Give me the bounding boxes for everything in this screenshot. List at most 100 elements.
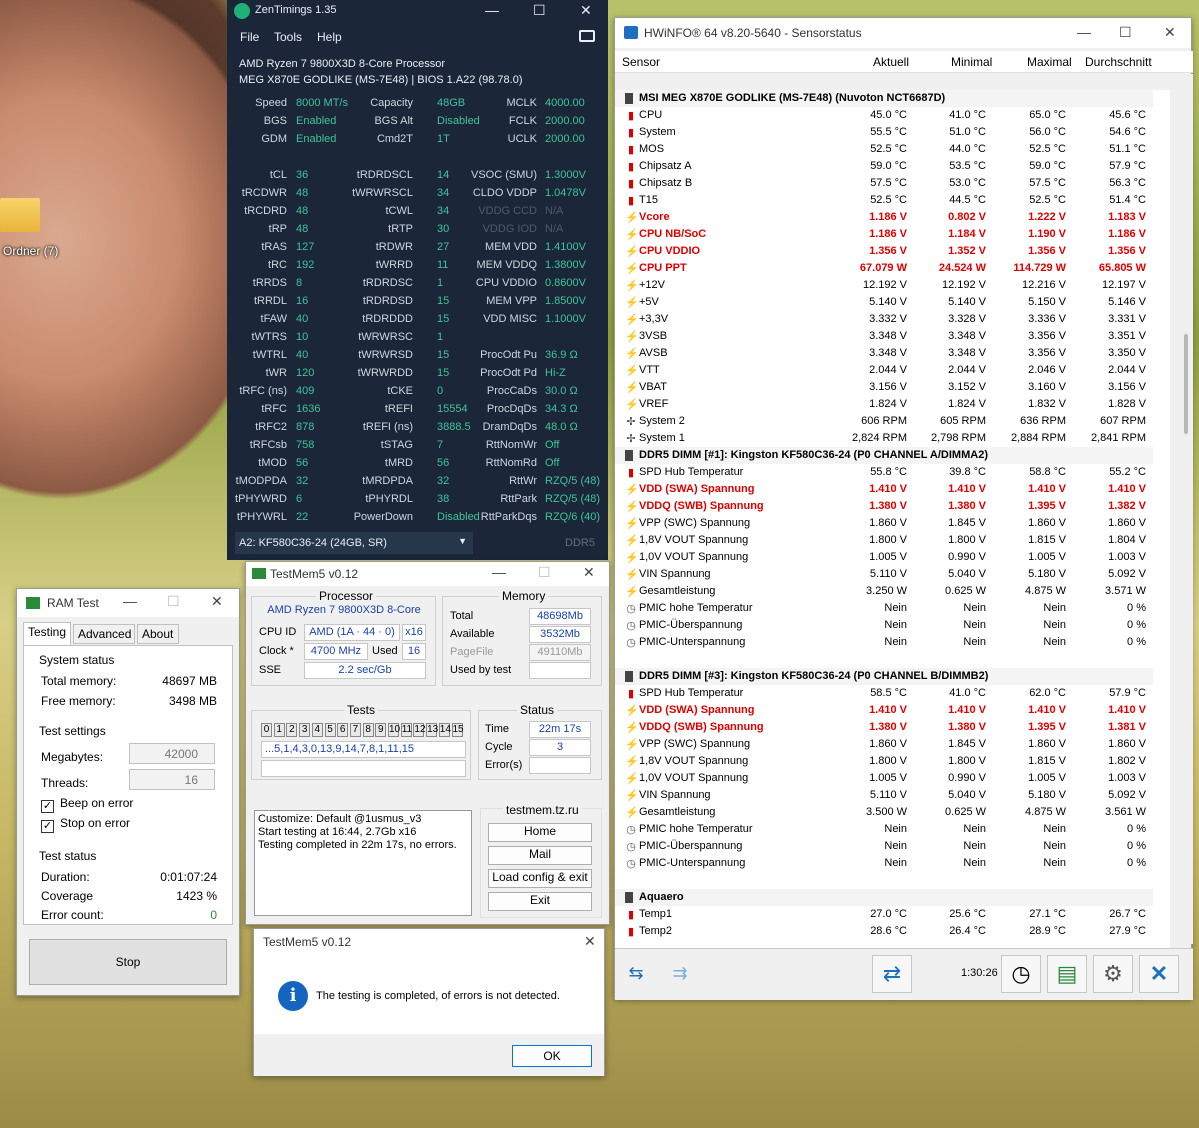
sensor-group-row[interactable]: Aquaero (615, 889, 1153, 906)
clock-icon[interactable]: ◷ (1001, 955, 1041, 993)
log-textarea[interactable]: Customize: Default @1usmus_v3 Start test… (254, 810, 472, 916)
camera-icon[interactable] (579, 30, 595, 42)
sensor-row[interactable]: ⚡ VPP (SWC) Spannung 1.860 V 1.845 V 1.860 V… (615, 515, 1153, 532)
tab-about[interactable]: About (137, 624, 179, 644)
close-icon[interactable]: ✕ (580, 2, 592, 19)
minimize-icon[interactable]: — (1077, 24, 1091, 40)
sensor-row[interactable]: ⚡ VREF 1.824 V 1.824 V 1.832 V 1.828 V (615, 396, 1153, 413)
sensor-row[interactable]: ▮ T15 52.5 °C 44.5 °C 52.5 °C 51.4 °C (615, 192, 1153, 209)
sensor-group-row[interactable]: DDR5 DIMM [#1]: Kingston KF580C36-24 (P0… (615, 447, 1153, 464)
sensor-row[interactable]: ⚡ AVSB 3.348 V 3.348 V 3.356 V 3.350 V (615, 345, 1153, 362)
report-icon[interactable]: ▤ (1047, 955, 1087, 993)
gear-icon[interactable]: ⚙ (1093, 955, 1133, 993)
minimize-icon[interactable]: — (492, 564, 506, 580)
sensor-row[interactable]: ▮ SPD Hub Temperatur 55.8 °C 39.8 °C 58.8 °C… (615, 464, 1153, 481)
sensor-row[interactable]: ⚡ Vcore 1.186 V 0.802 V 1.222 V 1.183 V (615, 209, 1153, 226)
col-maximal[interactable]: Maximal (1027, 55, 1072, 69)
sensor-row[interactable]: ⚡ VDDQ (SWB) Spannung 1.380 V 1.380 V 1.395 … (615, 498, 1153, 515)
sensor-row[interactable]: ⚡ VIN Spannung 5.110 V 5.040 V 5.180 V 5.092 … (615, 787, 1153, 804)
sensor-row[interactable]: ⚡ +5V 5.140 V 5.140 V 5.150 V 5.146 V (615, 294, 1153, 311)
sensor-row[interactable]: ▮ Temp1 27.0 °C 25.6 °C 27.1 °C 26.7 °C (615, 906, 1153, 923)
sensor-row[interactable]: ⚡ Gesamtleistung 3.500 W 0.625 W 4.875 W 3.56… (615, 804, 1153, 821)
sensor-row[interactable]: ◷ PMIC hohe Temperatur Nein Nein Nein 0 % (615, 821, 1153, 838)
sensor-row[interactable]: ◷ PMIC-Überspannung Nein Nein Nein 0 % (615, 838, 1153, 855)
sensor-row[interactable]: ▮ System 55.5 °C 51.0 °C 56.0 °C 54.6 °C (615, 124, 1153, 141)
sensor-row[interactable]: ◷ PMIC-Überspannung Nein Nein Nein 0 % (615, 617, 1153, 634)
minimize-icon[interactable]: — (485, 2, 499, 18)
col-durchschnitt[interactable]: Durchschnitt (1085, 55, 1152, 69)
megabytes-stepper[interactable]: 42000 (129, 743, 215, 764)
stop-on-error-checkbox[interactable]: ✓ Stop on error (41, 816, 130, 833)
tab-testing[interactable]: Testing (23, 622, 71, 645)
checkbox-check-icon[interactable]: ✓ (41, 820, 54, 833)
col-minimal[interactable]: Minimal (951, 55, 992, 69)
minimize-icon[interactable]: — (123, 593, 137, 609)
sensor-row[interactable]: ⚡ VDDQ (SWB) Spannung 1.380 V 1.380 V 1.395 … (615, 719, 1153, 736)
beep-on-error-checkbox[interactable]: ✓ Beep on error (41, 796, 133, 813)
exit-button[interactable]: Exit (488, 892, 592, 911)
sensor-row[interactable]: ▮ Chipsatz A 59.0 °C 53.5 °C 59.0 °C 57.9 °C (615, 158, 1153, 175)
sensor-row[interactable]: ⚡ VPP (SWC) Spannung 1.860 V 1.845 V 1.860 V… (615, 736, 1153, 753)
menu-file[interactable]: File (240, 30, 259, 44)
maximize-icon[interactable]: ☐ (1119, 24, 1132, 41)
stop-button[interactable]: Stop (29, 939, 227, 985)
folder-icon[interactable] (0, 198, 40, 232)
tab-advanced[interactable]: Advanced (73, 624, 135, 644)
menu-tools[interactable]: Tools (274, 30, 302, 44)
sensor-row[interactable]: ⚡ VDD (SWA) Spannung 1.410 V 1.410 V 1.410 V… (615, 481, 1153, 498)
sensor-value: 59.0 °C (1029, 160, 1066, 172)
load-config-exit-button[interactable]: Load config & exit (488, 869, 592, 888)
sensor-row[interactable]: ▮ Chipsatz B 57.5 °C 53.0 °C 57.5 °C 56.3 °C (615, 175, 1153, 192)
col-aktuell[interactable]: Aktuell (873, 55, 909, 69)
dimm-select[interactable]: A2: KF580C36-24 (24GB, SR) ▼ (235, 532, 473, 554)
arrows-collapse-icon[interactable]: ⇉ (661, 955, 699, 993)
sensor-row[interactable]: ⚡ 3VSB 3.348 V 3.348 V 3.356 V 3.351 V (615, 328, 1153, 345)
threads-stepper[interactable]: 16 (129, 769, 215, 790)
vertical-scrollbar[interactable] (1179, 74, 1193, 944)
sensor-row[interactable]: ⚡ 1,8V VOUT Spannung 1.800 V 1.800 V 1.815 V… (615, 532, 1153, 549)
scrollbar-thumb[interactable] (1184, 334, 1188, 434)
folder-label[interactable]: Ordner (7) (3, 244, 58, 258)
sensor-row[interactable]: ⚡ CPU VDDIO 1.356 V 1.352 V 1.356 V 1.356 V (615, 243, 1153, 260)
sensor-value: 2,824 RPM (851, 432, 907, 444)
sensor-row[interactable]: ◷ PMIC-Unterspannung Nein Nein Nein 0 % (615, 634, 1153, 651)
close-icon[interactable]: ✕ (583, 564, 595, 581)
sensor-row[interactable]: ▮ Temp2 28.6 °C 26.4 °C 28.9 °C 27.9 °C (615, 923, 1153, 940)
sensor-group-row[interactable]: DDR5 DIMM [#3]: Kingston KF580C36-24 (P0… (615, 668, 1153, 685)
menu-help[interactable]: Help (317, 30, 342, 44)
sensor-row[interactable]: ◷ PMIC hohe Temperatur Nein Nein Nein 0 % (615, 600, 1153, 617)
sensor-row[interactable]: ▮ MOS 52.5 °C 44.0 °C 52.5 °C 51.1 °C (615, 141, 1153, 158)
sensor-row[interactable]: ▮ CPU 45.0 °C 41.0 °C 65.0 °C 45.6 °C (615, 107, 1153, 124)
sensor-row[interactable]: ⚡ 1,0V VOUT Spannung 1.005 V 0.990 V 1.005 V… (615, 549, 1153, 566)
sensor-row[interactable]: ◷ PMIC-Unterspannung Nein Nein Nein 0 % (615, 855, 1153, 872)
col-sensor[interactable]: Sensor (622, 55, 660, 69)
network-icon[interactable]: ⇄ (872, 955, 912, 993)
sensor-row[interactable]: ⚡ 1,8V VOUT Spannung 1.800 V 1.800 V 1.815 V… (615, 753, 1153, 770)
mail-button[interactable]: Mail (488, 846, 592, 865)
sensor-row[interactable]: ⚡ VIN Spannung 5.110 V 5.040 V 5.180 V 5.092 … (615, 566, 1153, 583)
arrows-left-right-icon[interactable]: ⇆ (617, 955, 655, 993)
close-icon[interactable]: ✕ (211, 593, 223, 610)
sensor-row[interactable]: ⚡ VBAT 3.156 V 3.152 V 3.160 V 3.156 V (615, 379, 1153, 396)
sensor-row[interactable]: ⚡ +12V 12.192 V 12.192 V 12.216 V 12.197 V (615, 277, 1153, 294)
sensor-row[interactable]: ⚡ Gesamtleistung 3.250 W 0.625 W 4.875 W 3.57… (615, 583, 1153, 600)
sensor-row[interactable]: ⚡ CPU PPT 67.079 W 24.524 W 114.729 W 65.805 … (615, 260, 1153, 277)
close-sensors-icon[interactable]: ✕ (1139, 955, 1179, 993)
site-link[interactable]: testmem.tz.ru (503, 803, 582, 817)
ok-button[interactable]: OK (512, 1045, 592, 1067)
maximize-icon[interactable]: ☐ (533, 2, 546, 19)
sensor-row[interactable]: ⚡ CPU NB/SoC 1.186 V 1.184 V 1.190 V 1.186 V (615, 226, 1153, 243)
sensor-row[interactable]: ⚡ 1,0V VOUT Spannung 1.005 V 0.990 V 1.005 V… (615, 770, 1153, 787)
timing-label: tRTP (388, 223, 413, 235)
close-icon[interactable]: ✕ (1164, 24, 1176, 41)
sensor-group-row[interactable]: MSI MEG X870E GODLIKE (MS-7E48) (Nuvoton… (615, 90, 1153, 107)
sensor-row[interactable]: ⚡ +3,3V 3.332 V 3.328 V 3.336 V 3.331 V (615, 311, 1153, 328)
close-icon[interactable]: ✕ (584, 933, 596, 950)
sensor-row[interactable]: ⚡ VTT 2.044 V 2.044 V 2.046 V 2.044 V (615, 362, 1153, 379)
checkbox-check-icon[interactable]: ✓ (41, 800, 54, 813)
home-button[interactable]: Home (488, 823, 592, 842)
sensor-row[interactable]: ▮ SPD Hub Temperatur 58.5 °C 41.0 °C 62.0 °C… (615, 685, 1153, 702)
sensor-row[interactable]: ⚡ VDD (SWA) Spannung 1.410 V 1.410 V 1.410 V… (615, 702, 1153, 719)
sensor-row[interactable]: ✢ System 1 2,824 RPM 2,798 RPM 2,884 RPM 2,84… (615, 430, 1153, 447)
sensor-row[interactable]: ✢ System 2 606 RPM 605 RPM 636 RPM 607 RPM (615, 413, 1153, 430)
